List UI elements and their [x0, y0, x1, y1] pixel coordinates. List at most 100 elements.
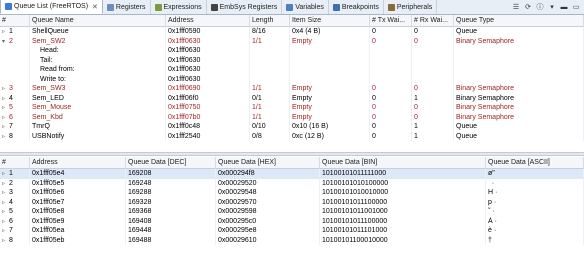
- cell-length: 0/1: [250, 93, 290, 103]
- cell-type: Binary Semaphore: [454, 84, 584, 94]
- cell-num: ▹ 7: [0, 226, 30, 236]
- cell-address: 0x1fff05e4: [30, 169, 126, 179]
- queue-row[interactable]: ▹ 6 Sem_Kbd 0x1fff07b0 1/1 Empty 0 0 Binary Sema…: [0, 112, 584, 123]
- column-header[interactable]: Queue Type: [454, 15, 584, 27]
- data-row[interactable]: ▹ 7 0x1fff05ea 169448 0x000295e8 101001010111…: [0, 226, 584, 236]
- expand-closed-icon[interactable]: ▹: [2, 180, 9, 189]
- cell-hex: 0x000295c0: [216, 216, 320, 226]
- column-header[interactable]: Address: [166, 15, 250, 27]
- cell-dec: 169248: [126, 178, 216, 188]
- info-icon[interactable]: ⓘ: [536, 3, 544, 11]
- column-header[interactable]: Address: [30, 157, 126, 169]
- cell-name: TmrQ: [30, 122, 166, 132]
- column-header[interactable]: # Tx Wai...: [370, 15, 412, 27]
- data-row[interactable]: ▹ 2 0x1fff05e5 169248 0x00029520 101001010101…: [0, 178, 584, 189]
- expand-closed-icon[interactable]: ▹: [2, 237, 9, 246]
- expand-closed-icon[interactable]: ▹: [2, 95, 9, 104]
- queue-row[interactable]: ▹ 4 Sem_LED 0x1fff06f0 0/1 Empty 0 1 Binary Sema…: [0, 93, 584, 104]
- cell-address: 0x1fff07b0: [166, 112, 250, 122]
- cell-length: [250, 46, 290, 56]
- cell-length: 1/1: [250, 112, 290, 122]
- cell-dec: 169288: [126, 188, 216, 198]
- data-row[interactable]: ▹ 3 0x1fff05e6 169288 0x00029548 101001010100…: [0, 188, 584, 198]
- column-header[interactable]: Length: [250, 15, 290, 27]
- expand-closed-icon[interactable]: ▹: [2, 189, 9, 198]
- cell-type: Binary Semaphore: [454, 36, 584, 46]
- cell-rx: 0: [412, 103, 454, 113]
- maximize-icon[interactable]: ▭: [572, 3, 580, 11]
- tab-queue-list[interactable]: Queue List (FreeRTOS) ✕: [0, 0, 103, 14]
- cell-address: 0x1fff05ea: [30, 226, 126, 236]
- expand-closed-icon[interactable]: ▹: [2, 218, 9, 227]
- expand-closed-icon[interactable]: ▹: [2, 170, 9, 179]
- tab-breakpoints[interactable]: Breakpoints: [329, 0, 384, 14]
- expand-closed-icon[interactable]: ▹: [2, 199, 9, 208]
- cell-type: Queue: [454, 27, 584, 37]
- queue-row[interactable]: ▹ 3 Sem_SW3 0x1fff0690 1/1 Empty 0 0 Binary Sema…: [0, 84, 584, 94]
- cell-item_size: [290, 46, 370, 56]
- column-header[interactable]: Queue Name: [30, 15, 166, 27]
- tab-variables[interactable]: Variables: [282, 0, 329, 14]
- column-header[interactable]: Queue Data [HEX]: [216, 157, 320, 169]
- cell-type: [454, 55, 584, 65]
- queue-row[interactable]: ▹ 1 ShellQueue 0x1fff0590 8/16 0x4 (4 B) 0 0 Que…: [0, 27, 584, 37]
- expand-closed-icon[interactable]: ▹: [2, 85, 9, 94]
- column-header[interactable]: Queue Data [BIN]: [320, 157, 486, 169]
- tab-expressions[interactable]: Expressions: [151, 0, 207, 14]
- expand-closed-icon[interactable]: ▹: [2, 227, 9, 236]
- view-menu-icon[interactable]: ▾: [548, 3, 556, 11]
- expand-closed-icon[interactable]: ▹: [2, 28, 9, 37]
- data-row[interactable]: ▹ 8 0x1fff05eb 169488 0x00029610 101001011000…: [0, 235, 584, 246]
- cell-num: ▹ 2: [0, 178, 30, 189]
- expand-open-icon[interactable]: ▾: [2, 38, 9, 47]
- expand-closed-icon[interactable]: ▹: [2, 123, 9, 132]
- close-icon[interactable]: ✕: [92, 3, 98, 11]
- refresh-icon[interactable]: ⟳: [524, 3, 532, 11]
- tab-registers[interactable]: Registers: [103, 0, 151, 14]
- column-header[interactable]: Item Size: [290, 15, 370, 27]
- expand-closed-icon[interactable]: ▹: [2, 133, 9, 142]
- cell-num: [0, 55, 30, 65]
- cell-tx: [370, 55, 412, 65]
- data-row[interactable]: ▹ 1 0x1fff05e4 169208 0x000294f8 101001010111…: [0, 169, 584, 179]
- column-header[interactable]: #: [0, 157, 30, 169]
- cell-ascii: ˜ ·: [486, 207, 584, 217]
- expand-closed-icon[interactable]: ▹: [2, 114, 9, 123]
- tab-embsys[interactable]: EmbSys Registers: [207, 0, 283, 14]
- column-header[interactable]: # Rx Wai...: [412, 15, 454, 27]
- queue-row[interactable]: ▹ 5 Sem_Mouse 0x1fff0750 1/1 Empty 0 0 Binary Se…: [0, 103, 584, 113]
- queue-row[interactable]: ▾ 2 Sem_SW2 0x1fff0630 1/1 Empty 0 0 Binary Sema…: [0, 36, 584, 47]
- cell-type: Binary Semaphore: [454, 103, 584, 113]
- cell-item_size: 0xc (12 B): [290, 131, 370, 141]
- minimize-icon[interactable]: ▬: [560, 3, 568, 11]
- cell-rx: [412, 65, 454, 75]
- column-header[interactable]: #: [0, 15, 30, 27]
- column-header[interactable]: Queue Data [DEC]: [126, 157, 216, 169]
- expand-closed-icon[interactable]: ▹: [2, 208, 9, 217]
- queue-row[interactable]: ▹ 7 TmrQ 0x1fff0c48 0/10 0x10 (16 B) 0 1 Queue: [0, 122, 584, 132]
- cell-hex: 0x000295e8: [216, 226, 320, 236]
- sash-divider[interactable]: [0, 152, 584, 156]
- cell-tx: 0: [370, 131, 412, 141]
- cell-address: 0x1fff0c48: [166, 122, 250, 132]
- queue-row[interactable]: Head: 0x1fff0630: [0, 46, 584, 56]
- column-header[interactable]: Queue Data [ASCII]: [486, 157, 584, 169]
- data-row[interactable]: ▹ 5 0x1fff05e8 169368 0x00029598 101001010110…: [0, 207, 584, 217]
- data-row[interactable]: ▹ 6 0x1fff05e9 169408 0x000295c0 101001010111…: [0, 216, 584, 227]
- expand-closed-icon[interactable]: ▹: [2, 104, 9, 113]
- row-number: 6: [9, 113, 13, 121]
- list-view-icon[interactable]: ☰: [512, 3, 520, 11]
- cell-name: Head:: [30, 46, 166, 56]
- row-number: 8: [9, 132, 13, 140]
- cell-length: 0/8: [250, 131, 290, 141]
- queue-row[interactable]: Write to: 0x1fff0630: [0, 74, 584, 84]
- queue-row[interactable]: Tail: 0x1fff0630: [0, 55, 584, 65]
- tab-peripherals[interactable]: Peripherals: [384, 0, 438, 14]
- queue-row[interactable]: ▹ 8 USBNotify 0x1fff2540 0/8 0xc (12 B) 0 1 Queu…: [0, 131, 584, 142]
- cell-dec: 169408: [126, 216, 216, 226]
- row-number: 5: [9, 208, 13, 215]
- cell-item_size: Empty: [290, 112, 370, 122]
- data-row[interactable]: ▹ 4 0x1fff05e7 169328 0x00029570 101001010111…: [0, 197, 584, 208]
- cell-item_size: [290, 74, 370, 84]
- queue-row[interactable]: Read from: 0x1fff0630: [0, 65, 584, 75]
